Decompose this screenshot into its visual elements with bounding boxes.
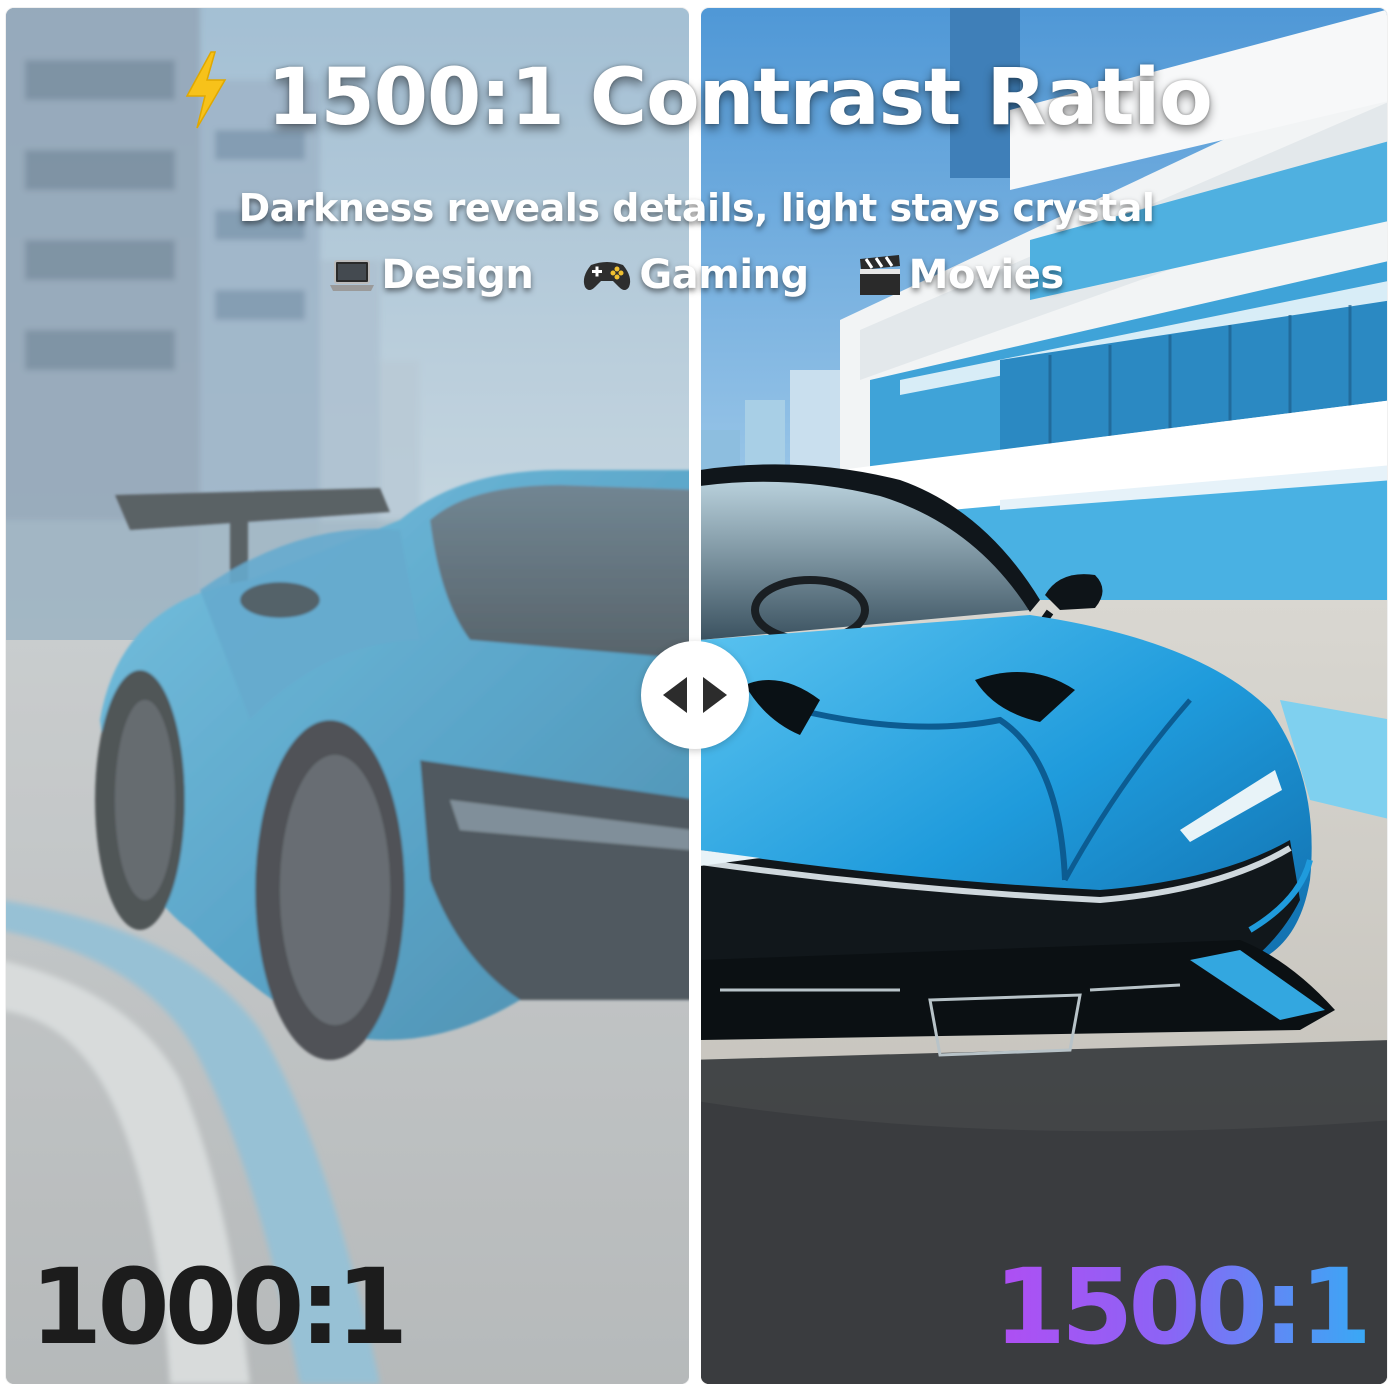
headline: 1500:1 Contrast Ratio <box>0 50 1393 137</box>
tag-movies: Movies <box>857 252 1064 298</box>
comparison-graphic: 1500:1 Contrast Ratio Darkness reveals d… <box>0 0 1393 1384</box>
before-contrast-label: 1000:1 <box>30 1246 408 1368</box>
use-case-tags: Design Gaming Movies <box>0 252 1393 298</box>
lightning-bolt-icon <box>185 51 227 129</box>
gamepad-icon <box>584 262 631 290</box>
after-contrast-label: 1500:1 <box>993 1246 1372 1368</box>
left-right-arrows-icon <box>663 677 727 713</box>
laptop-icon <box>330 260 375 291</box>
subheadline: Darkness reveals details, light stays cr… <box>238 186 1155 230</box>
tag-gaming: Gaming <box>581 252 809 298</box>
comparison-slider-handle[interactable] <box>641 641 749 749</box>
tag-design: Design <box>329 252 534 298</box>
clapperboard-icon <box>859 255 900 295</box>
tag-label: Gaming <box>639 252 809 298</box>
tag-label: Design <box>381 252 534 298</box>
headline-text: 1500:1 Contrast Ratio <box>267 53 1213 143</box>
tag-label: Movies <box>908 252 1065 298</box>
